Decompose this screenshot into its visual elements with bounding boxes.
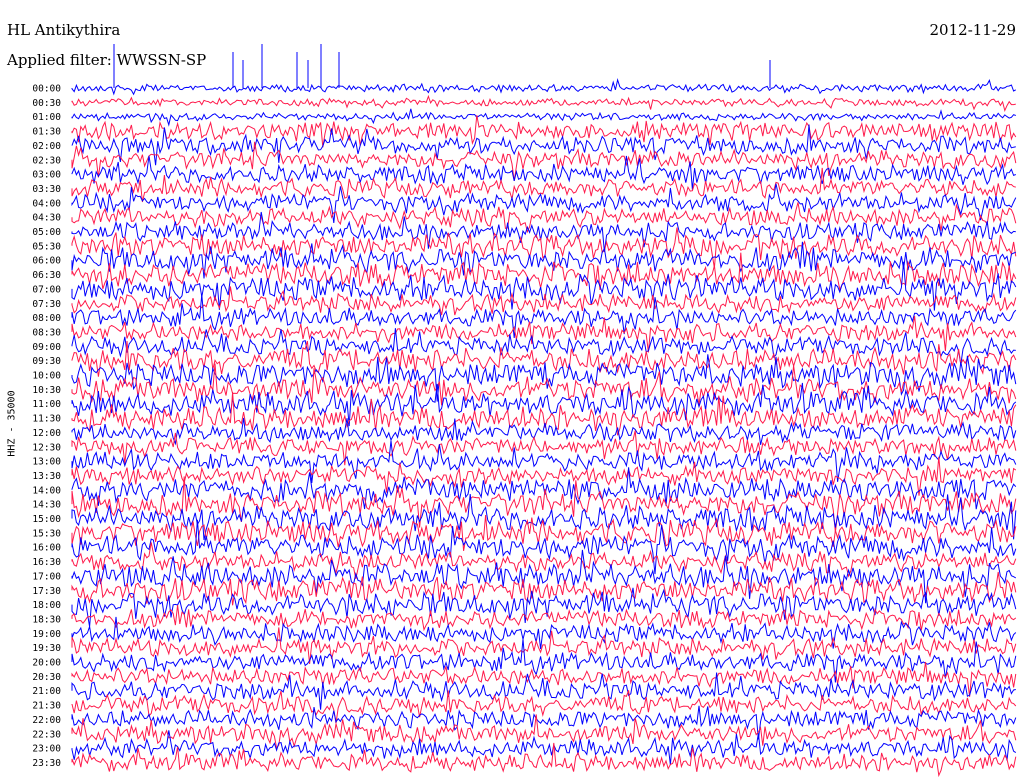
time-tick-label: 06:00 [32, 256, 61, 267]
time-tick-label: 18:30 [32, 614, 61, 625]
time-tick-label: 09:30 [32, 356, 61, 367]
time-tick-label: 00:00 [32, 84, 61, 95]
time-tick-label: 07:30 [32, 299, 61, 310]
time-tick-label: 00:30 [32, 98, 61, 109]
time-tick-label: 04:30 [32, 213, 61, 224]
time-tick-label: 06:30 [32, 270, 61, 281]
time-tick-label: 10:30 [32, 385, 61, 396]
time-tick-label: 09:00 [32, 342, 61, 353]
time-tick-label: 16:00 [32, 543, 61, 554]
seismic-traces [71, 44, 1017, 778]
trace-line [71, 211, 1016, 253]
time-tick-label: 11:00 [32, 399, 61, 410]
time-tick-label: 08:00 [32, 313, 61, 324]
trace-line [71, 155, 1016, 190]
trace-line [71, 616, 1017, 650]
time-tick-label: 22:30 [32, 729, 61, 740]
trace-line [71, 627, 1017, 665]
time-tick-label: 18:00 [32, 600, 61, 611]
time-tick-label: 10:00 [32, 371, 61, 382]
time-tick-label: 14:00 [32, 485, 61, 496]
trace-line [71, 202, 1017, 234]
time-tick-label: 21:30 [32, 701, 61, 712]
event-spikes [113, 44, 771, 88]
trace-line [71, 94, 1016, 113]
time-tick-label: 12:00 [32, 428, 61, 439]
time-tick-label: 23:00 [32, 744, 61, 755]
time-tick-label: 05:00 [32, 227, 61, 238]
time-tick-label: 17:00 [32, 571, 61, 582]
time-tick-label: 11:30 [32, 414, 61, 425]
trace-line [71, 115, 1017, 148]
time-tick-label: 17:30 [32, 586, 61, 597]
time-tick-label: 02:30 [32, 155, 61, 166]
time-tick-label: 22:00 [32, 715, 61, 726]
trace-line [71, 108, 1016, 127]
time-tick-label: 16:30 [32, 557, 61, 568]
time-tick-label: 05:30 [32, 241, 61, 252]
time-tick-label: 08:30 [32, 327, 61, 338]
time-tick-label: 01:00 [32, 112, 61, 123]
time-tick-label: 07:00 [32, 284, 61, 295]
time-tick-label: 15:00 [32, 514, 61, 525]
time-tick-label: 03:00 [32, 170, 61, 181]
time-tick-label: 20:00 [32, 658, 61, 669]
time-tick-label: 04:00 [32, 198, 61, 209]
time-tick-label: 15:30 [32, 528, 61, 539]
helicorder-plot: 00:00 00:30 01:00 01:30 02:00 02:30 03:00 03:30… [32, 44, 1017, 778]
time-tick-label: 14:30 [32, 500, 61, 511]
time-tick-label: 12:30 [32, 442, 61, 453]
time-tick-label: 01:30 [32, 127, 61, 138]
time-tick-label: 19:30 [32, 643, 61, 654]
time-tick-label: 19:00 [32, 629, 61, 640]
trace-line [71, 430, 1017, 466]
time-tick-label: 02:00 [32, 141, 61, 152]
time-tick-label: 13:30 [32, 471, 61, 482]
trace-line [71, 714, 1017, 750]
time-tick-label: 13:00 [32, 457, 61, 468]
time-tick-label: 23:30 [32, 758, 61, 769]
time-tick-label: 20:30 [32, 672, 61, 683]
time-tick-label: 21:00 [32, 686, 61, 697]
time-tick-label: 03:30 [32, 184, 61, 195]
time-tick-labels: 00:00 00:30 01:00 01:30 02:00 02:30 03:00 03:30… [32, 84, 61, 769]
trace-line [71, 77, 1017, 96]
trace-line [71, 690, 1017, 724]
